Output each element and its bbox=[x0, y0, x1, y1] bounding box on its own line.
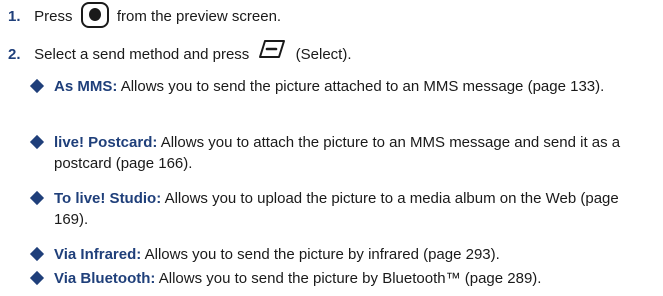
option-term: live! Postcard: bbox=[54, 134, 158, 151]
center-select-key-icon bbox=[80, 2, 109, 28]
bullet-diamond-icon bbox=[29, 246, 45, 262]
step-2: 2. Select a send method and press (Selec… bbox=[8, 40, 352, 64]
option-description: Allows you to send the picture by infrar… bbox=[144, 246, 500, 263]
option-term: Via Infrared: bbox=[54, 246, 142, 263]
bullet-diamond-icon bbox=[29, 190, 45, 206]
left-soft-key-icon bbox=[257, 38, 287, 68]
bullet-diamond-icon bbox=[29, 270, 45, 286]
step-text-after: from the preview screen. bbox=[116, 7, 282, 25]
option-as-mms: As MMS: Allows you to send the picture a… bbox=[29, 76, 652, 97]
step-1: 1. Press from the preview screen. bbox=[8, 2, 282, 28]
step-number: 2. bbox=[8, 45, 21, 63]
bullet-diamond-icon bbox=[29, 134, 45, 150]
option-description: Allows you to send the picture by Blueto… bbox=[158, 270, 542, 287]
option-live-postcard: live! Postcard: Allows you to attach the… bbox=[29, 132, 652, 174]
option-to-live-studio: To live! Studio: Allows you to upload th… bbox=[29, 188, 652, 230]
step-text-before: Select a send method and press bbox=[34, 45, 250, 63]
bullet-diamond-icon bbox=[29, 78, 45, 94]
step-number: 1. bbox=[8, 7, 21, 25]
option-via-infrared: Via Infrared: Allows you to send the pic… bbox=[29, 244, 652, 265]
option-term: Via Bluetooth: bbox=[54, 270, 156, 287]
option-description: Allows you to send the picture attached … bbox=[120, 78, 605, 95]
step-text-before: Press bbox=[34, 7, 73, 25]
option-term: As MMS: bbox=[54, 78, 118, 95]
option-via-bluetooth: Via Bluetooth: Allows you to send the pi… bbox=[29, 268, 652, 289]
option-term: To live! Studio: bbox=[54, 190, 162, 207]
manual-page: 1. Press from the preview screen. 2. Sel… bbox=[0, 0, 663, 296]
step-text-after: (Select). bbox=[295, 45, 352, 63]
